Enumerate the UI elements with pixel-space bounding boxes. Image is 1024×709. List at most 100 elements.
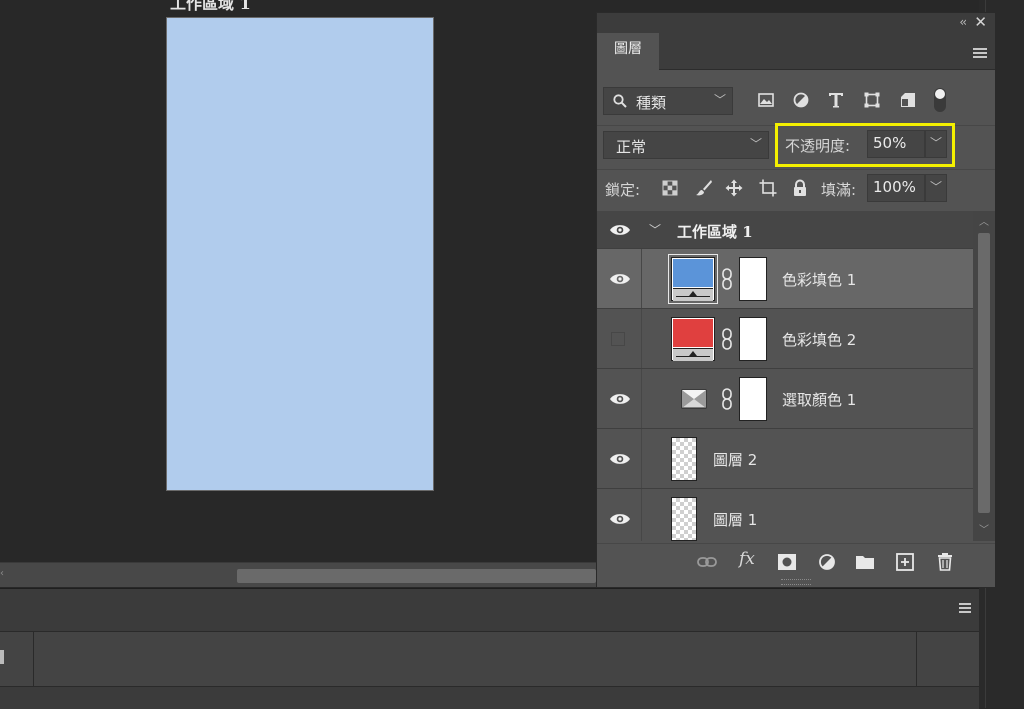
link-layers-icon[interactable] bbox=[697, 553, 717, 571]
lock-position-icon[interactable] bbox=[725, 179, 743, 197]
fill-label: 填滿: bbox=[821, 181, 857, 199]
artboard[interactable] bbox=[166, 17, 434, 491]
divider bbox=[641, 309, 642, 368]
color-swatch bbox=[673, 259, 713, 287]
new-layer-icon[interactable] bbox=[895, 553, 915, 571]
horizontal-scroll-thumb[interactable] bbox=[237, 569, 596, 583]
layer-mask-thumbnail[interactable] bbox=[739, 317, 767, 361]
link-icon[interactable] bbox=[721, 267, 733, 291]
fill-dropdown-button[interactable]: ﹀ bbox=[925, 174, 947, 202]
panel-tab-bar: 圖層 bbox=[597, 33, 995, 70]
add-mask-icon[interactable] bbox=[777, 553, 797, 571]
filter-kind-label: 種類 bbox=[636, 94, 667, 112]
link-icon[interactable] bbox=[721, 387, 733, 411]
chevron-down-icon: ﹀ bbox=[713, 93, 726, 107]
lock-all-icon[interactable] bbox=[791, 179, 809, 197]
vertical-scroll-thumb[interactable] bbox=[978, 233, 990, 513]
horizontal-scrollbar[interactable]: ‹ bbox=[0, 562, 596, 587]
layer-row[interactable]: 選取顏色 1 bbox=[597, 369, 973, 429]
layer-name[interactable]: 圖層 2 bbox=[713, 449, 757, 470]
artboard-title[interactable]: 工作區域 1 bbox=[170, 0, 251, 14]
opacity-dropdown-button[interactable]: ﹀ bbox=[925, 130, 947, 158]
eye-icon[interactable] bbox=[609, 512, 631, 526]
divider bbox=[641, 489, 642, 541]
layer-mask-thumbnail[interactable] bbox=[739, 377, 767, 421]
scroll-left-arrow-icon[interactable]: ‹ bbox=[0, 568, 4, 579]
opacity-input[interactable]: 50% bbox=[867, 130, 925, 158]
tab-layers[interactable]: 圖層 bbox=[597, 33, 659, 70]
bottom-panel-row bbox=[0, 631, 979, 687]
fill-layer-thumbnail[interactable] bbox=[671, 317, 715, 361]
search-icon bbox=[613, 94, 627, 108]
eye-icon[interactable] bbox=[609, 392, 631, 406]
divider bbox=[641, 369, 642, 428]
trash-icon[interactable] bbox=[935, 553, 955, 571]
filter-toggle-icon[interactable] bbox=[933, 87, 947, 113]
close-icon[interactable]: ✕ bbox=[974, 13, 987, 31]
layer-row[interactable]: 圖層 1 bbox=[597, 489, 973, 541]
fill-bar-icon bbox=[673, 288, 713, 301]
visibility-toggle-off[interactable] bbox=[611, 332, 625, 346]
type-filter-icon[interactable] bbox=[827, 91, 845, 109]
layer-style-fx-button[interactable]: fx bbox=[739, 549, 755, 569]
document-canvas[interactable]: 工作區域 1 bbox=[0, 0, 596, 562]
panel-menu-icon[interactable] bbox=[973, 48, 987, 60]
image-filter-icon[interactable] bbox=[757, 91, 775, 109]
eye-icon[interactable] bbox=[609, 272, 631, 286]
layer-row[interactable]: 色彩填色 2 bbox=[597, 309, 973, 369]
layer-name[interactable]: 選取顏色 1 bbox=[782, 389, 856, 410]
collapse-panel-icon[interactable]: ‹‹ bbox=[959, 15, 966, 29]
transparent-layer-thumbnail[interactable] bbox=[671, 497, 697, 541]
panel-title-bar[interactable]: ‹‹ ✕ bbox=[597, 13, 995, 33]
layer-name[interactable]: 色彩填色 1 bbox=[782, 269, 856, 290]
link-icon[interactable] bbox=[721, 327, 733, 351]
new-adjustment-layer-icon[interactable] bbox=[817, 553, 837, 571]
divider bbox=[916, 632, 917, 686]
scroll-down-arrow-icon[interactable]: ﹀ bbox=[979, 521, 989, 536]
transparent-layer-thumbnail[interactable] bbox=[671, 437, 697, 481]
bottom-panel bbox=[0, 588, 979, 709]
lock-row: 鎖定: 填滿: 100% ﹀ bbox=[597, 169, 995, 206]
eye-icon[interactable] bbox=[609, 452, 631, 466]
chevron-down-icon: ﹀ bbox=[749, 137, 762, 151]
lock-image-pixels-icon[interactable] bbox=[695, 179, 713, 197]
adjustment-filter-icon[interactable] bbox=[792, 91, 810, 109]
blend-row: 正常 ﹀ 不透明度: 50% ﹀ bbox=[597, 123, 995, 167]
layer-list: ﹀ 工作區域 1 色彩填色 1 色彩填色 2 選取顏色 1 圖層 2 圖層 1 bbox=[597, 211, 973, 541]
blend-mode-value: 正常 bbox=[616, 138, 647, 156]
fill-layer-thumbnail[interactable] bbox=[668, 254, 718, 304]
lock-transparent-pixels-icon[interactable] bbox=[661, 179, 679, 197]
opacity-label: 不透明度: bbox=[785, 137, 851, 155]
layer-name[interactable]: 色彩填色 2 bbox=[782, 329, 856, 350]
layer-mask-thumbnail[interactable] bbox=[739, 257, 767, 301]
divider bbox=[33, 632, 34, 686]
bottom-panel-edge-icon bbox=[0, 650, 4, 664]
layer-row[interactable]: 圖層 2 bbox=[597, 429, 973, 489]
fill-bar-icon bbox=[673, 348, 713, 361]
fill-input[interactable]: 100% bbox=[867, 174, 925, 202]
layer-group-row[interactable]: ﹀ 工作區域 1 bbox=[597, 211, 973, 249]
panel-resize-grip[interactable] bbox=[781, 579, 811, 585]
blend-mode-select[interactable]: 正常 ﹀ bbox=[603, 131, 769, 159]
layers-footer-toolbar: fx bbox=[597, 543, 995, 580]
scroll-up-arrow-icon[interactable]: ︿ bbox=[979, 213, 989, 228]
layers-panel: ‹‹ ✕ 圖層 種類 ﹀ 正常 ﹀ 不透明度: 50% ﹀ 鎖定: 填滿: 10… bbox=[596, 12, 996, 588]
layer-row[interactable]: 色彩填色 1 bbox=[597, 249, 973, 309]
divider bbox=[641, 429, 642, 488]
layer-name[interactable]: 圖層 1 bbox=[713, 509, 757, 530]
smart-object-filter-icon[interactable] bbox=[899, 91, 917, 109]
lock-artboard-icon[interactable] bbox=[759, 179, 777, 197]
layer-group-name: 工作區域 1 bbox=[677, 223, 753, 241]
color-swatch bbox=[673, 319, 713, 347]
shape-filter-icon[interactable] bbox=[863, 91, 881, 109]
bottom-panel-menu-icon[interactable] bbox=[959, 603, 971, 613]
new-group-folder-icon[interactable] bbox=[855, 553, 875, 571]
chevron-down-icon[interactable]: ﹀ bbox=[649, 221, 661, 238]
layer-filter-row: 種類 ﹀ bbox=[597, 79, 995, 115]
layer-list-scrollbar[interactable]: ︿ ﹀ bbox=[973, 211, 995, 541]
eye-icon[interactable] bbox=[609, 223, 631, 237]
filter-kind-select[interactable]: 種類 ﹀ bbox=[603, 87, 733, 115]
selective-color-icon[interactable] bbox=[681, 389, 707, 409]
lock-label: 鎖定: bbox=[605, 181, 641, 199]
divider bbox=[641, 249, 642, 308]
